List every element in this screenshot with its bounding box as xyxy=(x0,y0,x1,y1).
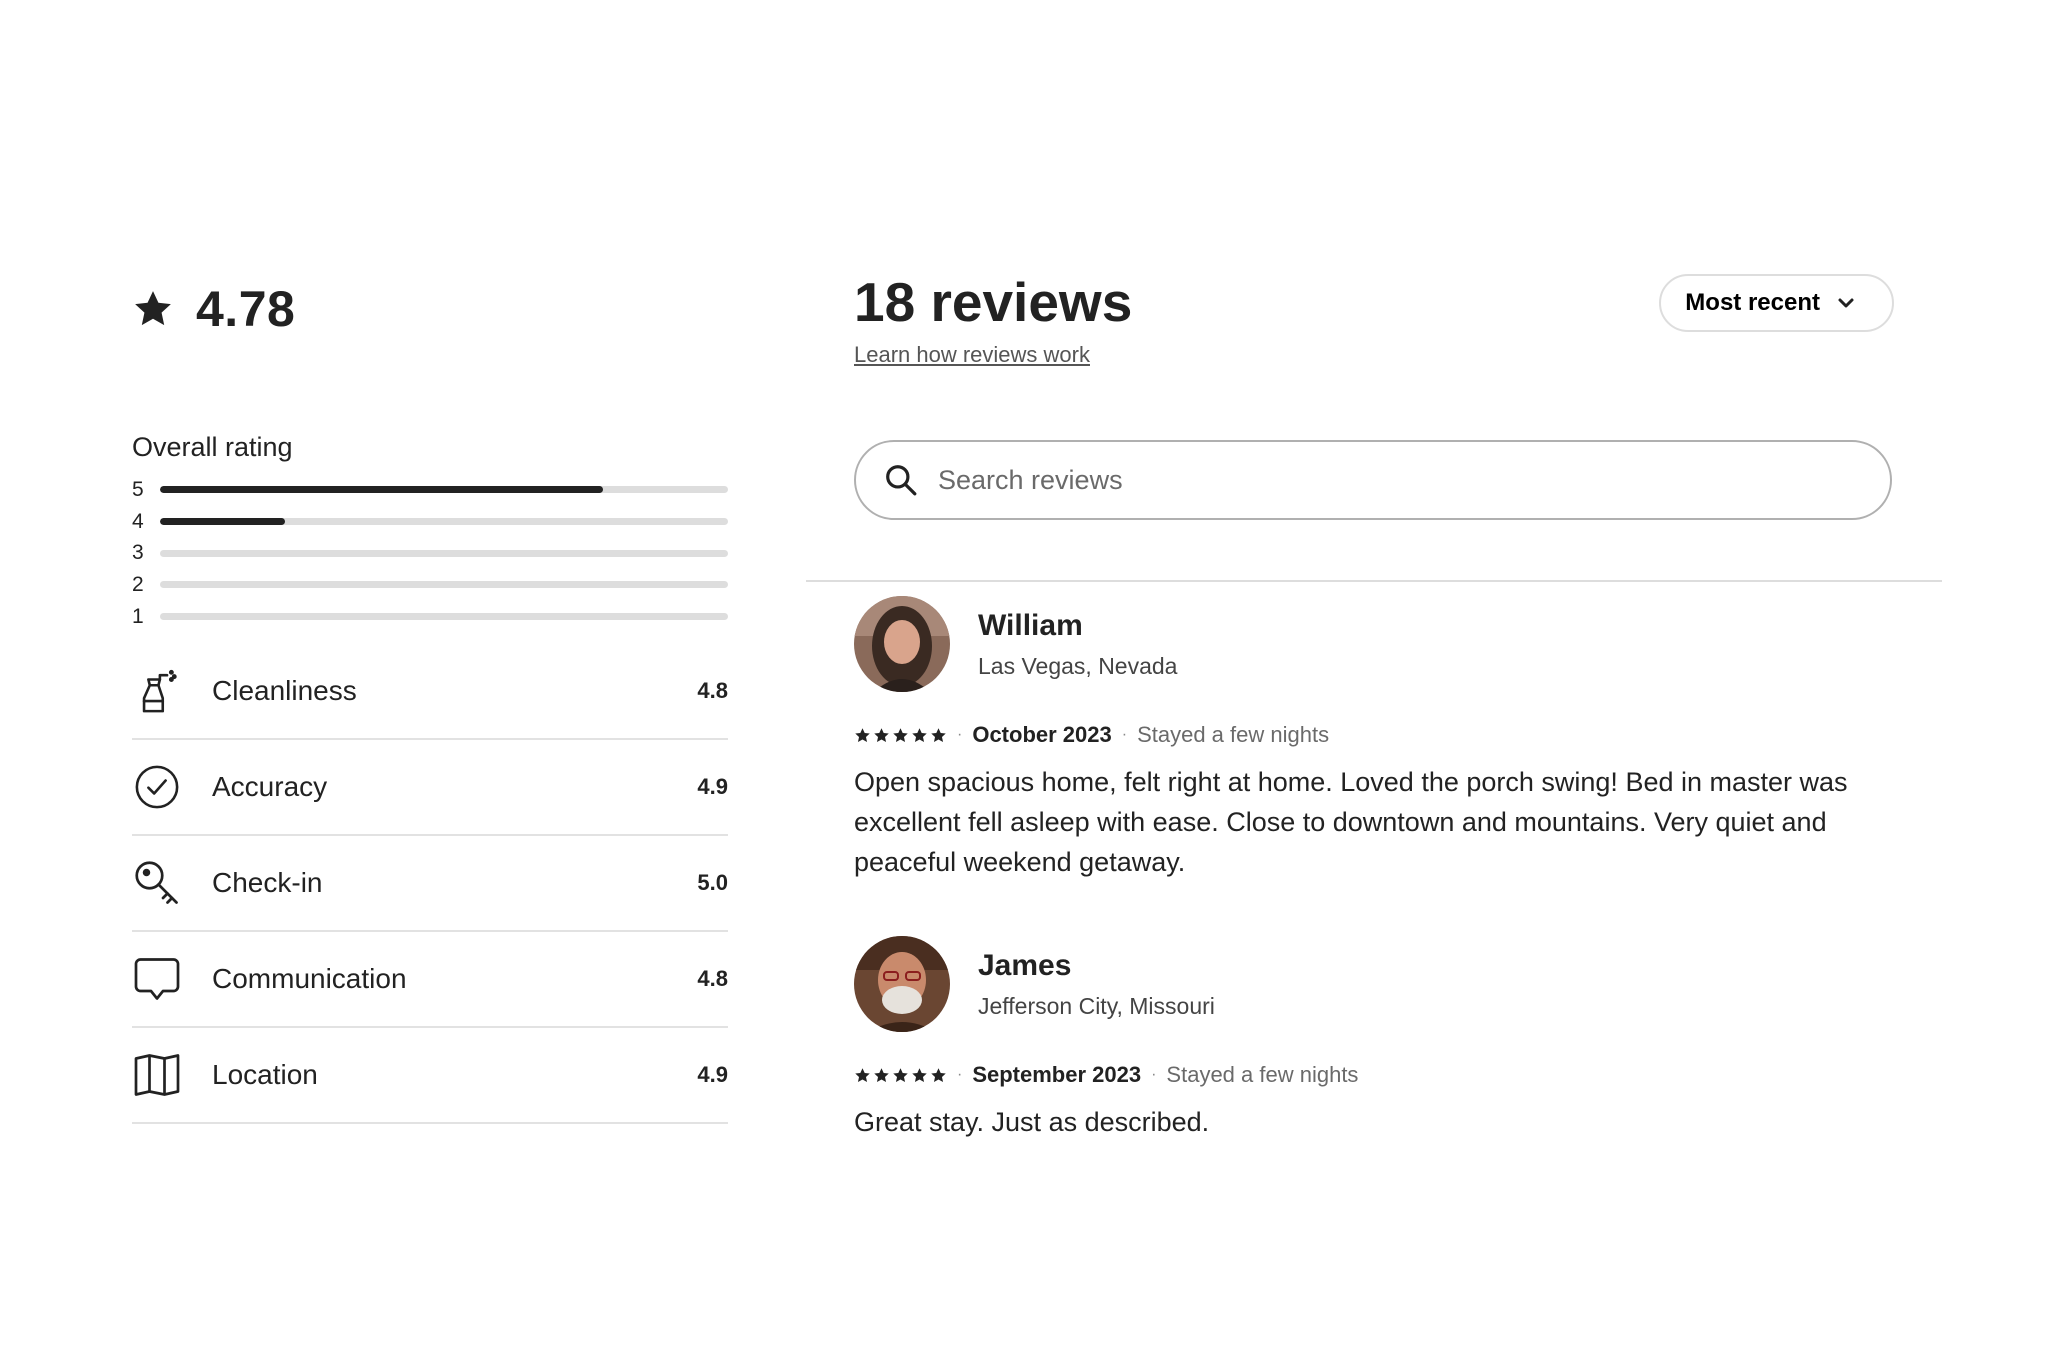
sort-dropdown-button[interactable]: Most recent xyxy=(1659,274,1894,332)
category-value: 4.8 xyxy=(697,966,728,991)
section-divider xyxy=(806,580,1942,582)
reviewer-name: William xyxy=(978,608,1083,642)
map-icon xyxy=(132,1050,182,1100)
review-date: October 2023 xyxy=(972,722,1112,747)
distribution-row: 4 xyxy=(132,506,728,538)
category-label: Communication xyxy=(212,963,407,994)
rating-distribution: 5 4 3 2 1 xyxy=(132,474,728,632)
learn-how-reviews-work-link[interactable]: Learn how reviews work xyxy=(854,342,1090,368)
category-check-in: Check-in 5.0 xyxy=(132,836,728,932)
distribution-bar xyxy=(160,486,728,494)
key-icon xyxy=(132,858,182,908)
review-item: James Jefferson City, Missouri · Septemb… xyxy=(854,936,1894,1142)
category-ratings: Cleanliness 4.8 Accuracy 4.9 Check-in 5.… xyxy=(132,644,728,1124)
star-icon xyxy=(931,727,946,742)
stay-length: Stayed a few nights xyxy=(1166,1062,1359,1087)
star-rating xyxy=(854,727,947,744)
star-icon xyxy=(874,727,889,742)
category-accuracy: Accuracy 4.9 xyxy=(132,740,728,836)
search-icon xyxy=(886,465,917,496)
stay-length: Stayed a few nights xyxy=(1137,722,1330,747)
review-item: William Las Vegas, Nevada · October 2023… xyxy=(854,596,1894,882)
category-label: Check-in xyxy=(212,867,323,898)
distribution-star-label: 4 xyxy=(132,509,144,533)
review-header: William Las Vegas, Nevada xyxy=(854,596,1894,692)
star-icon xyxy=(874,1067,889,1082)
category-value: 5.0 xyxy=(697,870,728,895)
separator-dot: · xyxy=(957,726,963,743)
category-value: 4.9 xyxy=(697,1062,728,1087)
distribution-star-label: 2 xyxy=(132,572,144,596)
distribution-row: 1 xyxy=(132,601,728,633)
star-icon xyxy=(855,1067,870,1082)
check-circle-icon xyxy=(132,762,182,812)
review-meta: · September 2023 · Stayed a few nights xyxy=(854,1062,1894,1088)
distribution-row: 2 xyxy=(132,569,728,601)
category-location: Location 4.9 xyxy=(132,1028,728,1124)
distribution-star-label: 5 xyxy=(132,477,144,501)
star-icon xyxy=(855,727,870,742)
category-value: 4.9 xyxy=(697,774,728,799)
speech-bubble-icon xyxy=(132,954,182,1004)
spray-bottle-icon xyxy=(132,666,182,716)
avatar[interactable] xyxy=(854,596,950,692)
reviewer-name: James xyxy=(978,948,1072,982)
distribution-row: 3 xyxy=(132,537,728,569)
review-text: Great stay. Just as described. xyxy=(854,1107,1210,1137)
star-icon xyxy=(135,291,171,326)
distribution-bar-fill xyxy=(160,486,604,494)
search-reviews-field[interactable] xyxy=(854,440,1892,520)
reviewer-location: Jefferson City, Missouri xyxy=(978,992,1215,1019)
distribution-bar-fill xyxy=(160,518,285,526)
distribution-bar xyxy=(160,581,728,589)
distribution-bar xyxy=(160,549,728,557)
search-input[interactable] xyxy=(936,463,1840,497)
review-meta: · October 2023 · Stayed a few nights xyxy=(854,722,1894,748)
star-icon xyxy=(912,727,927,742)
distribution-star-label: 3 xyxy=(132,541,144,565)
review-text: Open spacious home, felt right at home. … xyxy=(854,767,1848,877)
review-date: September 2023 xyxy=(972,1062,1142,1087)
star-rating xyxy=(854,1067,947,1084)
avatar[interactable] xyxy=(854,936,950,1032)
reviews-count-title: 18 reviews xyxy=(854,271,1133,333)
category-label: Location xyxy=(212,1059,318,1090)
separator-dot: · xyxy=(1151,1066,1157,1083)
separator-dot: · xyxy=(1121,726,1128,743)
overall-score: 4.78 xyxy=(132,270,728,348)
overall-rating-title: Overall rating xyxy=(132,432,293,462)
distribution-star-label: 1 xyxy=(132,604,144,628)
separator-dot: · xyxy=(957,1066,963,1083)
chevron-down-icon xyxy=(1838,298,1854,308)
reviewer-location: Las Vegas, Nevada xyxy=(978,652,1178,679)
sort-label: Most recent xyxy=(1685,289,1820,316)
star-icon xyxy=(893,727,908,742)
star-icon xyxy=(931,1067,946,1082)
category-communication: Communication 4.8 xyxy=(132,932,728,1028)
category-cleanliness: Cleanliness 4.8 xyxy=(132,644,728,740)
distribution-bar xyxy=(160,518,728,526)
distribution-bar xyxy=(160,613,728,621)
category-value: 4.8 xyxy=(697,678,728,703)
review-header: James Jefferson City, Missouri xyxy=(854,936,1894,1032)
score-value: 4.78 xyxy=(196,281,296,337)
category-label: Cleanliness xyxy=(212,675,357,706)
rating-summary: 4.78 Overall rating 5 4 3 2 1 Cleanlines… xyxy=(132,270,728,1124)
star-icon xyxy=(893,1067,908,1082)
category-label: Accuracy xyxy=(212,771,328,802)
star-icon xyxy=(912,1067,927,1082)
distribution-row: 5 xyxy=(132,474,728,506)
